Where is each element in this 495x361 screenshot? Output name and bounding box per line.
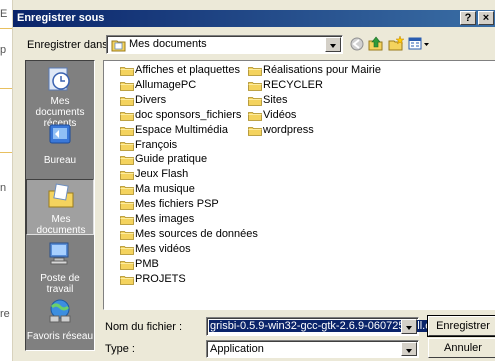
- folder-name: Mes fichiers PSP: [135, 198, 219, 211]
- background-divider: [0, 152, 12, 153]
- place-label: Mes documents: [36, 214, 86, 236]
- chevron-down-icon[interactable]: [325, 37, 341, 52]
- folder-name: Mes sources de données: [135, 227, 258, 240]
- title-bar: Enregistrer sous ? ×: [13, 10, 495, 27]
- folder-icon: [120, 141, 134, 151]
- folder-icon: [248, 111, 262, 121]
- chevron-down-icon[interactable]: [401, 319, 417, 334]
- folder-icon: [120, 275, 134, 285]
- desktop-icon: [49, 124, 71, 144]
- folder-name: Espace Multimédia: [135, 123, 228, 136]
- filename-label: Nom du fichier :: [105, 321, 183, 333]
- background-glyph: E: [0, 8, 8, 20]
- folder-name: Guide pratique: [135, 153, 208, 166]
- folder-name: doc sponsors_fichiers: [135, 108, 242, 121]
- dialog-title: Enregistrer sous: [17, 12, 105, 24]
- my-documents-icon: [48, 183, 74, 208]
- folder-icon: [120, 230, 134, 240]
- background-divider: [0, 28, 12, 29]
- folder-name: Réalisations pour Mairie: [263, 64, 381, 76]
- place-my-computer[interactable]: Poste de travail: [26, 237, 94, 295]
- recent-documents-icon: [48, 67, 70, 91]
- filetype-label: Type :: [105, 343, 135, 355]
- folder-name: Ma musique: [135, 183, 195, 196]
- new-folder-icon[interactable]: [388, 36, 404, 52]
- folder-icon: [120, 186, 134, 196]
- folder-icon: [120, 67, 134, 76]
- folder-icon: [120, 111, 134, 121]
- folder-name: Mes vidéos: [135, 242, 191, 255]
- folder-icon: [120, 245, 134, 255]
- file-list[interactable]: Affiches et plaquettes AllumagePC Divers do…: [103, 60, 495, 310]
- folder-icon: [120, 126, 134, 136]
- folder-name: RECYCLER: [263, 78, 323, 91]
- help-button[interactable]: ?: [460, 11, 476, 25]
- folder-icon: [120, 201, 134, 210]
- background-divider: [0, 88, 12, 89]
- close-button[interactable]: ×: [478, 11, 494, 25]
- folder-name: AllumagePC: [135, 78, 197, 91]
- network-places-icon: [49, 299, 71, 323]
- folder-icon: [248, 96, 262, 106]
- view-menu-icon[interactable]: [408, 36, 430, 52]
- folder-name: Jeux Flash: [135, 168, 189, 181]
- place-my-documents[interactable]: Mes documents: [26, 179, 94, 236]
- folder-name: Mes images: [135, 213, 195, 225]
- lookin-label: Enregistrer dans :: [27, 39, 114, 51]
- chevron-down-icon[interactable]: [401, 342, 417, 356]
- background-glyph: n: [0, 182, 7, 194]
- folder-icon: [248, 81, 262, 91]
- folder-icon: [120, 156, 134, 166]
- folder-icon: [120, 171, 134, 181]
- places-bar: Mes documents récents Bureau Mes documen…: [25, 60, 95, 351]
- folder-name: François: [135, 138, 178, 151]
- cancel-button[interactable]: Annuler: [428, 338, 495, 358]
- lookin-value: Mes documents: [129, 38, 207, 50]
- background-glyph: re: [0, 308, 10, 320]
- folder-name: Affiches et plaquettes: [135, 64, 240, 76]
- folder-icon: [248, 126, 262, 136]
- place-label: Poste de travail: [40, 273, 80, 295]
- my-computer-icon: [49, 242, 69, 265]
- back-icon[interactable]: [349, 36, 365, 52]
- filename-input[interactable]: grisbi-0.5.9-win32-gcc-gtk-2.6.9-060725-…: [206, 317, 444, 336]
- filetype-dropdown[interactable]: Application: [206, 340, 419, 358]
- folder-icon: [120, 96, 134, 106]
- folder-name: PROJETS: [135, 272, 186, 285]
- folder-name: Divers: [135, 93, 167, 106]
- place-label: Bureau: [43, 155, 77, 166]
- up-folder-icon[interactable]: [368, 36, 384, 52]
- folder-name: PMB: [135, 257, 159, 270]
- folder-icon: [120, 216, 134, 225]
- place-recent-documents[interactable]: Mes documents récents: [26, 63, 94, 129]
- background-application: E p n re: [0, 0, 12, 361]
- save-button[interactable]: Enregistrer: [427, 315, 495, 337]
- filetype-value: Application: [210, 343, 264, 355]
- folder-name: wordpress: [263, 123, 314, 136]
- place-label: Favoris réseau: [26, 331, 94, 342]
- folder-name: Sites: [263, 93, 288, 106]
- my-documents-icon: [111, 40, 126, 52]
- lookin-dropdown[interactable]: Mes documents: [106, 35, 343, 54]
- folder-name: Vidéos: [263, 108, 297, 121]
- folder-icon: [120, 81, 134, 91]
- save-as-dialog: Enregistrer sous ? × Enregistrer dans : …: [12, 0, 495, 361]
- background-glyph: p: [0, 44, 7, 56]
- folder-icon: [120, 260, 134, 270]
- place-network[interactable]: Favoris réseau: [26, 295, 94, 351]
- folder-icon: [248, 67, 262, 76]
- place-desktop[interactable]: Bureau: [26, 119, 94, 175]
